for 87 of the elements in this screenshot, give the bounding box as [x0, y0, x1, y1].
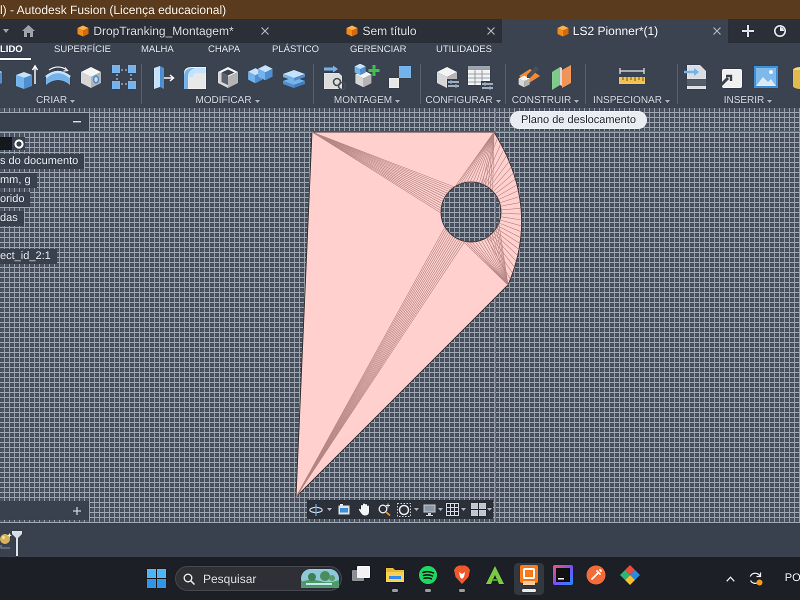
toolbar-group-menu[interactable]: MODIFICAR [195, 95, 260, 107]
tooltip: Plano de deslocamento [510, 111, 647, 129]
landscape-illustration [301, 569, 339, 588]
plus-icon[interactable] [742, 25, 754, 37]
search-icon[interactable] [183, 572, 195, 584]
zoom-icon[interactable] [378, 503, 391, 516]
plus-icon[interactable] [73, 506, 81, 514]
toolbar-group-menu[interactable]: INSPECIONAR [593, 95, 670, 107]
ribbon-tab[interactable]: CHAPA [200, 43, 248, 60]
cube-icon [77, 25, 90, 37]
taskbar-button[interactable] [514, 562, 544, 594]
display-icon[interactable] [423, 504, 436, 516]
document-tab[interactable]: DropTranking_Montagem* [50, 19, 276, 43]
caret-icon[interactable] [327, 508, 332, 511]
cube-icon [556, 25, 569, 37]
viewports-icon[interactable] [471, 503, 486, 516]
language-indicator[interactable]: PO [784, 570, 800, 587]
close-icon[interactable] [261, 27, 269, 35]
caret-icon[interactable] [3, 29, 9, 33]
caret-icon [254, 100, 260, 102]
browser-item[interactable]: ect_id_2:1 [0, 249, 57, 264]
orbit-icon[interactable] [309, 504, 323, 516]
chevron-up-icon[interactable] [726, 576, 735, 582]
ribbon-tab[interactable]: UTILIDADES [428, 43, 500, 60]
peak-icon [485, 565, 506, 585]
offset-squares-icon[interactable] [387, 64, 413, 90]
window-title: l) - Autodesk Fusion (Licença educacional) [0, 4, 226, 16]
document-tab[interactable]: LS2 Pionner*(1) [502, 19, 728, 43]
sketch-profile-drawing[interactable] [296, 132, 522, 498]
browser-item[interactable]: das [0, 211, 24, 226]
caret-icon[interactable] [487, 508, 492, 511]
search-field[interactable]: Pesquisar [175, 566, 342, 591]
toolbar-group-menu[interactable]: CRIAR [36, 95, 76, 107]
component-icon[interactable] [0, 532, 12, 549]
waves-circle-icon [418, 565, 438, 585]
caret-icon [767, 100, 772, 102]
toolbar-group-menu[interactable]: CONSTRUIR [512, 95, 580, 107]
caret-icon [664, 100, 670, 102]
fillet-icon[interactable] [182, 64, 208, 90]
toolbar-group-menu[interactable]: MONTAGEM [334, 95, 400, 107]
ribbon-tab[interactable]: MALHA [133, 43, 182, 60]
ribbon-tab[interactable]: PLÁSTICO [264, 43, 327, 60]
folder-icon [384, 565, 405, 585]
caret-icon[interactable] [461, 508, 466, 511]
tile-icon [518, 565, 539, 585]
browser-row[interactable] [0, 137, 25, 150]
cube-icon [346, 25, 358, 37]
start-icon[interactable] [147, 569, 166, 588]
caret-icon [574, 100, 580, 102]
shield-icon [452, 565, 472, 585]
ribbon-tab[interactable]: GERENCIAR [342, 43, 414, 60]
caret-icon[interactable] [414, 508, 419, 511]
sync-icon[interactable] [748, 571, 763, 586]
document-icon[interactable] [682, 64, 708, 90]
close-icon[interactable] [713, 27, 721, 35]
toolbar-group-menu[interactable]: CONFIGURAR [425, 95, 501, 107]
ring-icon[interactable] [14, 138, 24, 148]
close-icon[interactable] [487, 27, 495, 35]
browser-item[interactable]: orido [0, 192, 30, 207]
caret-icon [496, 100, 501, 102]
caret-icon [70, 100, 76, 102]
browser-item[interactable]: mm, g [0, 173, 37, 188]
joint-icon[interactable] [321, 64, 347, 90]
look-at-icon[interactable] [338, 504, 350, 515]
hole-icon[interactable] [78, 64, 104, 90]
round-badge-icon [586, 565, 606, 585]
plane-icon[interactable] [516, 64, 542, 90]
diamond-icon [620, 565, 640, 585]
fit-icon[interactable] [397, 502, 411, 516]
new-component-icon[interactable] [354, 64, 380, 90]
gradient-tile-icon [552, 565, 573, 585]
document-tab[interactable]: Sem título [276, 19, 502, 43]
pan-icon[interactable] [358, 503, 371, 516]
image-icon[interactable] [752, 64, 778, 90]
ribbon-tab[interactable]: SUPERFÍCIE [46, 43, 120, 60]
home-icon[interactable] [22, 25, 35, 37]
pattern-icon[interactable] [111, 64, 137, 90]
search-input[interactable]: Pesquisar [203, 570, 293, 588]
toolbar-group-menu[interactable]: INSERIR [724, 95, 772, 107]
clock-icon[interactable] [774, 25, 786, 37]
timeline-marker-icon[interactable] [12, 531, 22, 556]
grid-icon[interactable] [446, 503, 459, 516]
caret-icon[interactable] [438, 508, 443, 511]
minus-icon[interactable] [73, 121, 81, 123]
browser-item[interactable]: s do documento [0, 154, 84, 169]
table-icon[interactable] [466, 64, 492, 90]
caret-icon [395, 100, 400, 102]
